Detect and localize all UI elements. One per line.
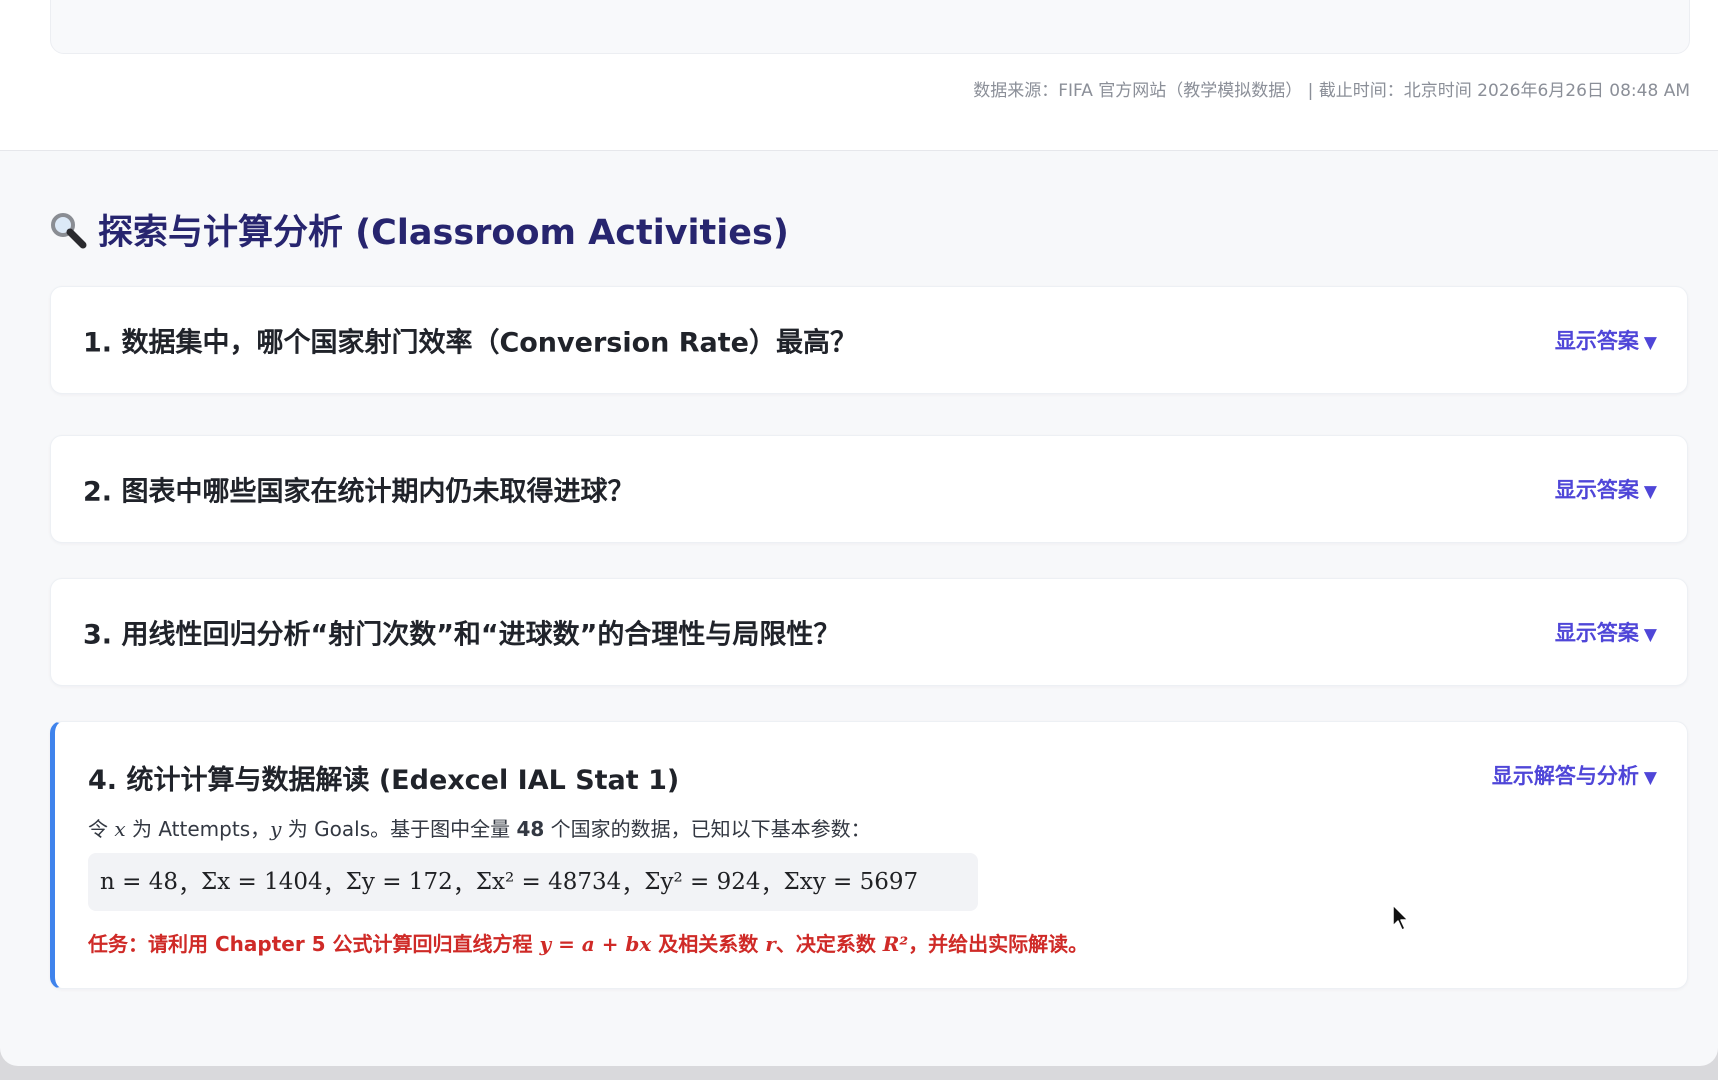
question-text: 3. 用线性回归分析“射门次数”和“进球数”的合理性与局限性？ [83, 619, 841, 651]
magnifier-icon [51, 212, 87, 248]
section-title: 探索与计算分析 (Classroom Activities) [48, 204, 789, 255]
page: 数据来源：FIFA 官方网站（教学模拟数据） | 截止时间：北京时间 2026年… [0, 0, 1718, 1066]
sum-x: Σx = 1404 [200, 869, 323, 895]
section-title-text: 探索与计算分析 (Classroom Activities) [98, 213, 789, 253]
mouse-pointer-icon [1392, 904, 1409, 931]
triangle-down-icon: ▼ [1643, 768, 1657, 788]
data-source-section: 数据来源：FIFA 官方网站（教学模拟数据） | 截止时间：北京时间 2026年… [0, 0, 1718, 151]
question-card-1: 1. 数据集中，哪个国家射门效率（Conversion Rate）最高？ 显示答… [50, 286, 1688, 394]
problem-intro: 令 x 为 Attempts，y 为 Goals。基于图中全量 48 个国家的数… [88, 817, 871, 841]
summary-statistics-formula: n = 48， Σx = 1404， Σy = 172， Σx² = 48734… [88, 853, 978, 911]
question-card-3: 3. 用线性回归分析“射门次数”和“进球数”的合理性与局限性？ 显示答案 ▼ [50, 578, 1688, 686]
sum-y-squared: Σy² = 924 [644, 869, 761, 895]
sum-x-squared: Σx² = 48734 [475, 869, 622, 895]
show-solution-button[interactable]: 显示解答与分析 ▼ [1492, 760, 1657, 790]
chart-card-bottom [50, 0, 1690, 54]
data-source-note: 数据来源：FIFA 官方网站（教学模拟数据） | 截止时间：北京时间 2026年… [973, 81, 1690, 101]
sum-y: Σy = 172 [345, 869, 453, 895]
show-answer-button[interactable]: 显示答案 ▼ [1555, 325, 1657, 355]
question-card-4: 4. 统计计算与数据解读 (Edexcel IAL Stat 1) 显示解答与分… [50, 721, 1688, 989]
triangle-down-icon: ▼ [1643, 482, 1657, 502]
show-answer-button[interactable]: 显示答案 ▼ [1555, 617, 1657, 647]
question-text: 2. 图表中哪些国家在统计期内仍未取得进球？ [83, 476, 635, 508]
show-answer-button[interactable]: 显示答案 ▼ [1555, 474, 1657, 504]
question-card-2: 2. 图表中哪些国家在统计期内仍未取得进球？ 显示答案 ▼ [50, 435, 1688, 543]
triangle-down-icon: ▼ [1643, 333, 1657, 353]
question-title: 4. 统计计算与数据解读 (Edexcel IAL Stat 1) [88, 765, 680, 796]
question-text: 1. 数据集中，哪个国家射门效率（Conversion Rate）最高？ [83, 327, 857, 359]
task-instruction: 任务：请利用 Chapter 5 公式计算回归直线方程 y = a + bx 及… [88, 932, 1089, 956]
triangle-down-icon: ▼ [1643, 625, 1657, 645]
sum-xy: Σxy = 5697 [783, 869, 919, 895]
n-value: n = 48 [100, 869, 178, 895]
